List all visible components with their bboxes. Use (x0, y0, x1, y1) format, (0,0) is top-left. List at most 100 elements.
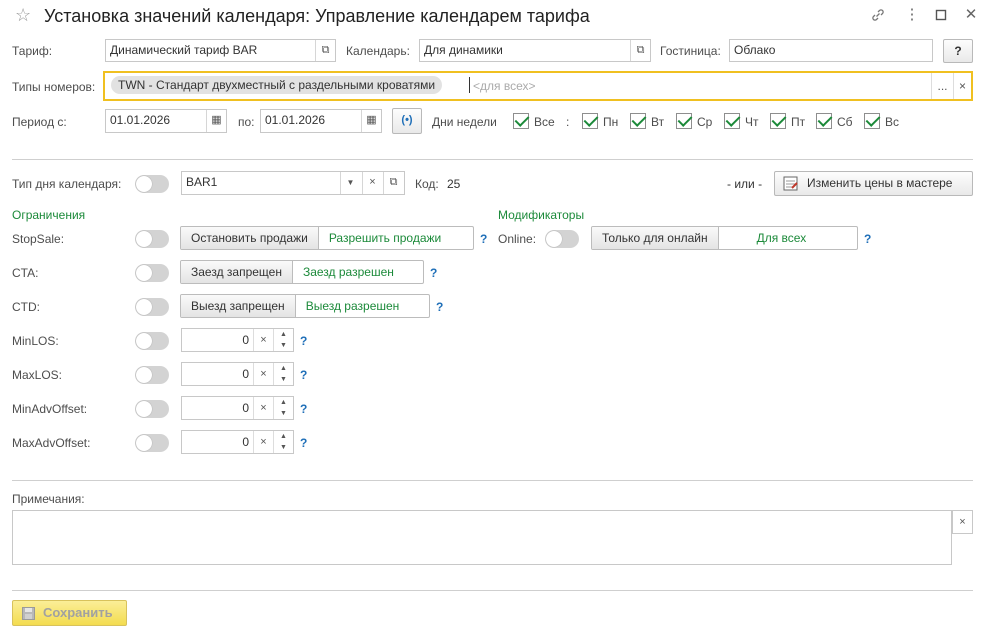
minadv-input[interactable]: 0 × ▲ ▼ (181, 396, 294, 420)
restrictions-header: Ограничения (12, 208, 86, 222)
room-type-tag[interactable]: TWN - Стандарт двухместный с раздельными… (111, 76, 443, 94)
online-label: Online: (498, 232, 537, 246)
maxadv-stepper[interactable]: ▲ ▼ (273, 431, 293, 453)
more-menu-icon[interactable]: ⋮ (902, 5, 922, 25)
minlos-label: MinLOS: (12, 334, 59, 348)
save-button[interactable]: Сохранить (12, 600, 127, 626)
online-segmented[interactable]: Только для онлайн Для всех (591, 226, 858, 250)
checkbox-mon[interactable] (582, 113, 598, 129)
weekday-sun-label: Вс (885, 115, 900, 129)
room-types-field[interactable]: TWN - Стандарт двухместный с раздельными… (103, 71, 973, 101)
checkbox-sun[interactable] (864, 113, 880, 129)
ctd-toggle[interactable] (135, 298, 169, 316)
spin-down-icon[interactable]: ▼ (280, 410, 287, 417)
online-help-icon[interactable]: ? (864, 232, 871, 246)
edit-prices-wizard-button[interactable]: Изменить цены в мастере (774, 171, 973, 196)
stop-sales-button[interactable]: Остановить продажи (181, 227, 319, 249)
online-only-button[interactable]: Только для онлайн (592, 227, 719, 249)
stopsale-label: StopSale: (12, 232, 65, 246)
checkbox-thu[interactable] (724, 113, 740, 129)
maxadv-input[interactable]: 0 × ▲ ▼ (181, 430, 294, 454)
close-window-icon[interactable]: ✕ (961, 5, 981, 25)
cta-label: CTA: (12, 266, 39, 280)
favorite-star-icon[interactable]: ☆ (15, 5, 31, 26)
open-day-type-icon[interactable]: ⧉ (383, 172, 403, 194)
notes-textarea[interactable] (12, 510, 952, 565)
wizard-button-label: Изменить цены в мастере (807, 176, 953, 190)
tariff-field[interactable]: Динамический тариф BAR ⧉ (105, 39, 336, 62)
checkin-allowed-button[interactable]: Заезд разрешен (292, 261, 404, 283)
spin-down-icon[interactable]: ▼ (280, 444, 287, 451)
weekday-wed-label: Ср (697, 115, 713, 129)
maxlos-toggle[interactable] (135, 366, 169, 384)
cta-help-icon[interactable]: ? (430, 266, 437, 280)
spin-down-icon[interactable]: ▼ (280, 376, 287, 383)
chevron-down-icon[interactable]: ▼ (340, 172, 360, 194)
open-tariff-icon[interactable]: ⧉ (315, 40, 335, 61)
checkbox-tue[interactable] (630, 113, 646, 129)
allow-sales-button[interactable]: Разрешить продажи (318, 227, 452, 249)
period-select-button[interactable]: (•) (392, 108, 422, 134)
minadv-help-icon[interactable]: ? (300, 402, 307, 416)
calendar-picker-icon[interactable]: ▦ (206, 110, 226, 132)
minlos-clear-button[interactable]: × (253, 329, 273, 351)
period-to-field[interactable]: 01.01.2026 ▦ (260, 109, 382, 133)
day-type-toggle[interactable] (135, 175, 169, 193)
maxlos-help-icon[interactable]: ? (300, 368, 307, 382)
minadv-toggle[interactable] (135, 400, 169, 418)
maxadv-help-icon[interactable]: ? (300, 436, 307, 450)
stopsale-segmented[interactable]: Остановить продажи Разрешить продажи (180, 226, 474, 250)
stopsale-help-icon[interactable]: ? (480, 232, 487, 246)
wizard-icon (783, 176, 798, 191)
online-toggle[interactable] (545, 230, 579, 248)
maxadv-toggle[interactable] (135, 434, 169, 452)
day-type-field[interactable]: BAR1 ▼ × ⧉ (181, 171, 405, 195)
checkbox-all[interactable] (513, 113, 529, 129)
checkout-allowed-button[interactable]: Выезд разрешен (295, 295, 410, 317)
calendar-field[interactable]: Для динамики ⧉ (419, 39, 651, 62)
divider (12, 480, 973, 481)
maxadv-clear-button[interactable]: × (253, 431, 273, 453)
minadv-stepper[interactable]: ▲ ▼ (273, 397, 293, 419)
minlos-help-icon[interactable]: ? (300, 334, 307, 348)
spin-up-icon[interactable]: ▲ (280, 331, 287, 338)
notes-label: Примечания: (12, 492, 85, 506)
checkout-forbidden-button[interactable]: Выезд запрещен (181, 295, 296, 317)
checkbox-sat[interactable] (816, 113, 832, 129)
calendar-picker-icon[interactable]: ▦ (361, 110, 381, 132)
minlos-toggle[interactable] (135, 332, 169, 350)
checkin-forbidden-button[interactable]: Заезд запрещен (181, 261, 293, 283)
day-type-clear-button[interactable]: × (362, 172, 382, 194)
cta-toggle[interactable] (135, 264, 169, 282)
spin-up-icon[interactable]: ▲ (280, 365, 287, 372)
period-to-value: 01.01.2026 (265, 113, 326, 127)
room-types-clear-button[interactable]: × (953, 73, 971, 99)
period-from-field[interactable]: 01.01.2026 ▦ (105, 109, 227, 133)
ctd-segmented[interactable]: Выезд запрещен Выезд разрешен (180, 294, 430, 318)
maxlos-input[interactable]: 0 × ▲ ▼ (181, 362, 294, 386)
ctd-help-icon[interactable]: ? (436, 300, 443, 314)
calendar-label: Календарь: (346, 44, 410, 58)
minadv-value: 0 (242, 401, 249, 415)
minlos-stepper[interactable]: ▲ ▼ (273, 329, 293, 351)
minlos-input[interactable]: 0 × ▲ ▼ (181, 328, 294, 352)
open-calendar-icon[interactable]: ⧉ (630, 40, 650, 61)
hotel-field[interactable]: Облако (729, 39, 933, 62)
minadv-clear-button[interactable]: × (253, 397, 273, 419)
spin-up-icon[interactable]: ▲ (280, 399, 287, 406)
stopsale-toggle[interactable] (135, 230, 169, 248)
room-types-select-button[interactable]: ... (931, 73, 953, 99)
floppy-disk-icon (22, 607, 35, 620)
help-button[interactable]: ? (943, 39, 973, 63)
for-all-button[interactable]: Для всех (718, 227, 845, 249)
checkbox-wed[interactable] (676, 113, 692, 129)
spin-up-icon[interactable]: ▲ (280, 433, 287, 440)
notes-clear-button[interactable]: × (952, 510, 973, 534)
maxlos-clear-button[interactable]: × (253, 363, 273, 385)
maximize-icon[interactable] (931, 5, 951, 25)
checkbox-fri[interactable] (770, 113, 786, 129)
cta-segmented[interactable]: Заезд запрещен Заезд разрешен (180, 260, 424, 284)
link-icon[interactable] (868, 5, 888, 25)
maxlos-stepper[interactable]: ▲ ▼ (273, 363, 293, 385)
spin-down-icon[interactable]: ▼ (280, 342, 287, 349)
